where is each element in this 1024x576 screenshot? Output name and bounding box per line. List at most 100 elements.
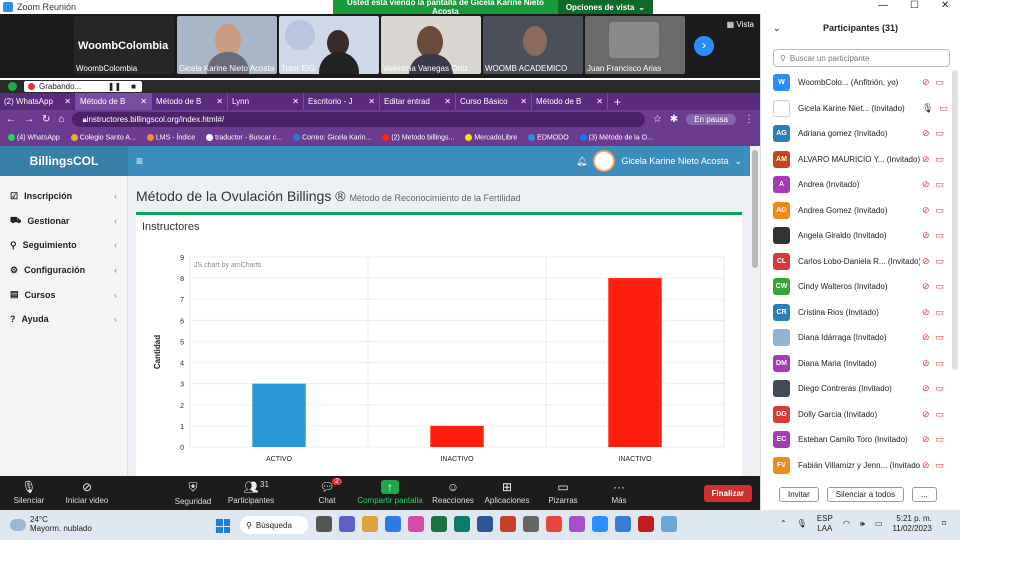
bookmark-item[interactable]: MercadoLibre	[465, 133, 517, 141]
chrome-icon[interactable]	[546, 516, 562, 532]
app-icon[interactable]	[615, 516, 631, 532]
participant-row[interactable]: A Andrea (Invitado) ⊘ ▭	[761, 172, 951, 198]
close-tab-icon[interactable]: ✕	[216, 97, 223, 106]
participant-row[interactable]: FV Fabián Villamizr y Jenn... (Invitado) ⊘…	[761, 453, 951, 479]
snipping-icon[interactable]	[569, 516, 585, 532]
word-icon[interactable]	[477, 516, 493, 532]
participant-row[interactable]: Diana Idárraga (Invitado) ⊘ ▭	[761, 325, 951, 351]
weather-widget[interactable]: 24°C Mayorm. nublado	[0, 515, 92, 534]
view-toggle[interactable]: ▦ Vista	[727, 20, 754, 29]
bookmark-item[interactable]: EDMODO	[528, 133, 569, 141]
participant-row[interactable]: CW Cindy Walteros (Invitado) ⊘ ▭	[761, 274, 951, 300]
close-tab-icon[interactable]: ✕	[64, 97, 71, 106]
participant-row[interactable]: Gicela Karine Niet... (Invitado) 🎙︎ ▭	[761, 96, 951, 122]
participant-row[interactable]: DM Diana Maria (Invitado) ⊘ ▭	[761, 351, 951, 377]
sidebar-item-inscripcion[interactable]: ☑ Inscripción ‹	[0, 184, 127, 209]
video-tile-valentina[interactable]: Valentina Vanegas Ortiz	[381, 16, 481, 74]
toolbar-video-off-button[interactable]: ⊘ Iniciar video	[58, 480, 116, 505]
bookmark-item[interactable]: (3) Método de la O...	[579, 133, 653, 141]
video-tile-juan[interactable]: Juan Francisco Arias	[585, 16, 685, 74]
sidebar-item-gestionar[interactable]: ⛟ Gestionar ‹	[0, 209, 127, 234]
close-tab-icon[interactable]: ✕	[292, 97, 299, 106]
page-scrollbar[interactable]	[750, 146, 760, 476]
notification-bell-icon[interactable]: 🔔︎	[576, 156, 587, 167]
minimize-icon[interactable]: —	[878, 0, 888, 11]
sidebar-item-seguimiento[interactable]: ⚲ Seguimiento ‹	[0, 233, 127, 258]
maximize-icon[interactable]: ☐	[910, 0, 919, 11]
task-view-icon[interactable]	[316, 516, 332, 532]
back-icon[interactable]: ←	[6, 114, 16, 125]
teams-icon[interactable]	[339, 516, 355, 532]
bookmark-item[interactable]: Colegio Santo A...	[70, 133, 136, 141]
notepad-icon[interactable]	[523, 516, 539, 532]
edge-icon[interactable]	[385, 516, 401, 532]
acrobat-icon[interactable]	[638, 516, 654, 532]
view-options-button[interactable]: Opciones de vista ⌄	[557, 0, 653, 14]
close-icon[interactable]: ✕	[941, 0, 949, 11]
video-tile-tutor[interactable]: Tutor EIG	[279, 16, 379, 74]
language-indicator[interactable]: ESP LAA	[817, 514, 833, 533]
app-icon[interactable]	[661, 516, 677, 532]
toolbar-whiteboard-button[interactable]: ▭ Pizarras	[534, 480, 592, 505]
bookmark-item[interactable]: Correo: Gicela Karin...	[293, 133, 371, 141]
notification-icon[interactable]: ⌑	[942, 519, 946, 528]
start-button[interactable]	[216, 519, 230, 533]
forward-icon[interactable]: →	[24, 114, 34, 125]
browser-tab[interactable]: Curso Básico ✕	[456, 93, 532, 110]
participant-row[interactable]: AM ALVARO MAURICIO Y... (Invitado) ⊘ ▭	[761, 147, 951, 173]
bookmark-item[interactable]: (4) WhatsApp	[8, 133, 60, 141]
participant-search-input[interactable]: ⚲ Buscar un participante	[773, 49, 950, 67]
wifi-icon[interactable]: ◠	[843, 519, 850, 528]
battery-icon[interactable]: ▭	[875, 519, 883, 528]
participant-list-scrollbar[interactable]	[952, 70, 958, 370]
browser-tab[interactable]: Editar entrad ✕	[380, 93, 456, 110]
menu-icon[interactable]: ⋮	[744, 114, 754, 125]
extensions-icon[interactable]: ✱	[670, 114, 678, 125]
powerpoint-icon[interactable]	[500, 516, 516, 532]
taskbar-search[interactable]: ⚲ Búsqueda	[240, 516, 308, 534]
toolbar-chat-button[interactable]: 💬︎ Chat 2	[298, 478, 356, 505]
reload-icon[interactable]: ↻	[42, 114, 50, 125]
sidebar-item-configuracion[interactable]: ⚙ Configuración ‹	[0, 258, 127, 283]
toolbar-smile-button[interactable]: ☺ Reacciones	[424, 480, 482, 505]
browser-tab[interactable]: Lynn ✕	[228, 93, 304, 110]
toolbar-share-button[interactable]: ↑ Compartir pantalla	[356, 480, 424, 505]
bookmark-item[interactable]: traductor - Buscar c...	[206, 133, 282, 141]
toolbar-mic-button[interactable]: 🎙︎ Silenciar	[0, 480, 58, 505]
sidebar-item-ayuda[interactable]: ? Ayuda ‹	[0, 307, 127, 332]
publisher-icon[interactable]	[454, 516, 470, 532]
participant-row[interactable]: Diego Contreras (Invitado) ⊘ ▭	[761, 376, 951, 402]
toolbar-more-button[interactable]: ··· Más	[590, 480, 648, 505]
bookmark-item[interactable]: LMS - Índice	[146, 133, 195, 141]
close-tab-icon[interactable]: ✕	[368, 97, 375, 106]
participant-row[interactable]: Angela Giraldo (Invitado) ⊘ ▭	[761, 223, 951, 249]
close-tab-icon[interactable]: ✕	[596, 97, 603, 106]
url-input[interactable]: 🔒︎ instructores.billingscol.org/index.ht…	[72, 112, 645, 127]
zoom-icon[interactable]	[592, 516, 608, 532]
browser-tab[interactable]: (2) WhatsApp ✕	[0, 93, 76, 110]
pause-icon[interactable]: ❚❚	[108, 82, 121, 91]
close-tab-icon[interactable]: ✕	[140, 97, 147, 106]
toolbar-apps-button[interactable]: ⊞ Aplicaciones	[478, 480, 536, 505]
star-icon[interactable]: ☆	[653, 114, 662, 125]
clock[interactable]: 5:21 p. m. 11/02/2023	[892, 514, 931, 533]
profile-pause-button[interactable]: En pausa	[686, 114, 736, 125]
close-tab-icon[interactable]: ✕	[520, 97, 527, 106]
participant-row[interactable]: CR Cristina Rios (Invitado) ⊘ ▭	[761, 300, 951, 326]
close-tab-icon[interactable]: ✕	[444, 97, 451, 106]
participant-row[interactable]: EC Esteban Camilo Toro (Invitado) ⊘ ▭	[761, 427, 951, 453]
sidebar-item-cursos[interactable]: ▤ Cursos ‹	[0, 282, 127, 307]
toolbar-shield-button[interactable]: ⛨ Seguridad	[164, 480, 222, 506]
stop-icon[interactable]: ■	[131, 82, 136, 91]
participant-row[interactable]: DG Dolly Garcia (Invitado) ⊘ ▭	[761, 402, 951, 428]
participant-row[interactable]: CL Carlos Lobo-Daniela R... (Invitado) ⊘ ▭	[761, 249, 951, 275]
home-icon[interactable]: ⌂	[58, 114, 64, 125]
participant-row[interactable]: AG Andrea Gomez (Invitado) ⊘ ▭	[761, 198, 951, 224]
mute-all-button[interactable]: Silenciar a todos	[826, 486, 904, 502]
invite-button[interactable]: Invitar	[779, 486, 819, 502]
more-options-button[interactable]: ...	[911, 486, 937, 502]
scrollbar-thumb[interactable]	[752, 150, 758, 268]
video-tile-woomb[interactable]: WoombColombia WoombColombia	[74, 16, 174, 74]
browser-tab[interactable]: Método de B ✕	[532, 93, 608, 110]
volume-icon[interactable]: 🕪︎	[860, 519, 865, 529]
